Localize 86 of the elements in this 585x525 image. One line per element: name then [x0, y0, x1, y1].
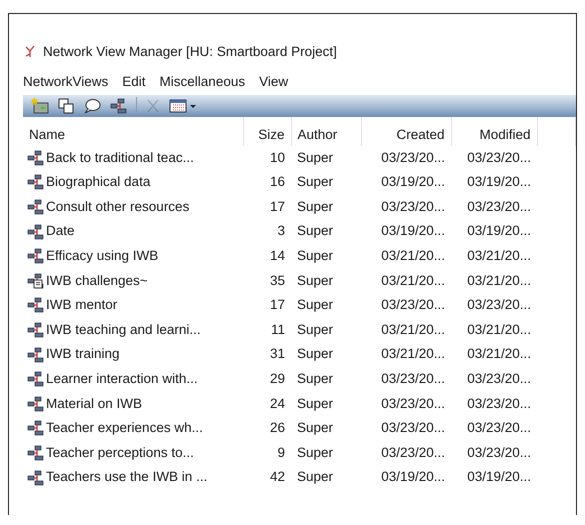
- date-cell-text: 03/21/20...: [466, 320, 532, 339]
- date-cell-text: 03/23/20...: [466, 370, 532, 388]
- author-cell-text: Super: [296, 247, 334, 266]
- name-cell-text: IWB mentor: [46, 296, 118, 314]
- date-cell-text: 03/21/20...: [466, 272, 532, 290]
- new-folder-button[interactable]: [31, 98, 49, 114]
- name-cell-text: Learner interaction with...: [46, 370, 198, 388]
- author-cell-text: Super: [296, 296, 334, 314]
- date-cell-text: 03/23/20...: [466, 444, 532, 462]
- name-cell-text: Date: [46, 222, 75, 240]
- column-header[interactable]: Size: [243, 117, 291, 146]
- author-cell-text: Super: [296, 419, 334, 438]
- name-cell-text: IWB training: [46, 345, 120, 364]
- column-header[interactable]: Name: [23, 117, 243, 146]
- date-cell-text: 03/23/20...: [466, 198, 532, 216]
- size-cell-text: 17: [268, 296, 286, 314]
- name-cell-text: Efficacy using IWB: [46, 247, 158, 266]
- date-cell-text: 03/21/20...: [466, 345, 532, 364]
- column-header[interactable]: Created: [361, 117, 451, 146]
- date-cell-text: 03/19/20...: [380, 468, 446, 486]
- date-cell: 03/23/20...: [451, 146, 537, 170]
- date-cell-text: 03/21/20...: [380, 247, 446, 266]
- date-cell-text: 03/23/20...: [380, 198, 446, 216]
- menu-item[interactable]: NetworkViews: [23, 72, 108, 92]
- size-cell-text: 11: [270, 320, 286, 339]
- date-cell-text: 03/21/20...: [380, 345, 446, 364]
- name-cell-text: Biographical data: [46, 173, 150, 192]
- menu-item[interactable]: Miscellaneous: [160, 72, 246, 92]
- author-cell-text: Super: [296, 198, 334, 216]
- size-cell-text: 24: [268, 394, 286, 413]
- date-cell-text: 03/23/20...: [466, 296, 532, 314]
- table-button[interactable]: [169, 98, 197, 114]
- size-cell-text: 29: [268, 370, 286, 388]
- size-cell-text: 42: [268, 468, 286, 486]
- column-header[interactable]: Modified: [451, 117, 537, 146]
- size-cell-text: 3: [276, 222, 286, 240]
- author-cell-text: Super: [296, 222, 334, 240]
- date-cell-text: 03/19/20...: [380, 173, 446, 192]
- name-cell-text: Back to traditional teac...: [46, 148, 194, 167]
- size-cell-text: 17: [268, 198, 286, 216]
- author-cell-text: Super: [296, 444, 334, 462]
- size-cell-text: 16: [268, 173, 286, 192]
- name-cell-text: Teacher experiences wh...: [46, 419, 203, 438]
- author-cell-text: Super: [296, 272, 334, 290]
- column-header[interactable]: Author: [291, 117, 361, 146]
- author-cell-text: Super: [296, 370, 334, 388]
- date-cell-text: 03/23/20...: [380, 370, 446, 388]
- date-cell-text: 03/19/20...: [466, 222, 532, 240]
- author-cell-text: Super: [296, 345, 334, 364]
- author-cell-text: Super: [296, 394, 334, 413]
- name-cell-text: IWB teaching and learni...: [46, 320, 201, 339]
- size-cell-text: 9: [276, 444, 286, 462]
- menu-item[interactable]: View: [259, 72, 288, 92]
- menu-item[interactable]: Edit: [122, 72, 146, 92]
- author-cell: Super: [291, 146, 361, 170]
- date-cell-text: 03/23/20...: [380, 444, 446, 462]
- date-cell-text: 03/21/20...: [380, 320, 446, 339]
- date-cell: 03/23/20...: [361, 146, 451, 170]
- name-cell-text: Material on IWB: [46, 394, 142, 413]
- date-cell-text: 03/19/20...: [466, 173, 532, 192]
- date-cell-text: 03/19/20...: [466, 468, 532, 486]
- name-cell-text: Teacher perceptions to...: [46, 444, 194, 462]
- size-cell-text: 35: [268, 272, 286, 290]
- date-cell-text: 03/23/20...: [466, 394, 532, 413]
- size-cell-text: 31: [268, 345, 286, 364]
- date-cell-text: 03/21/20...: [380, 272, 446, 290]
- date-cell-text: 03/23/20...: [380, 419, 446, 438]
- size-cell: 10: [243, 146, 291, 170]
- network-button[interactable]: [110, 98, 127, 114]
- author-cell-text: Super: [296, 320, 334, 339]
- duplicate-button[interactable]: [58, 98, 74, 114]
- speech-bubble-button[interactable]: [83, 98, 101, 114]
- name-cell-text: IWB challenges~: [46, 272, 148, 290]
- size-cell-text: 14: [268, 247, 286, 266]
- date-cell-text: 03/23/20...: [380, 296, 446, 314]
- name-cell-text: Teachers use the IWB in ...: [46, 468, 208, 486]
- author-cell-text: Super: [296, 173, 334, 192]
- date-cell-text: 03/21/20...: [466, 247, 532, 266]
- date-cell-text: 03/19/20...: [380, 222, 446, 240]
- date-cell-text: 03/23/20...: [380, 394, 446, 413]
- name-cell-text: Consult other resources: [46, 198, 190, 216]
- author-cell-text: Super: [296, 468, 334, 486]
- date-cell-text: 03/23/20...: [466, 419, 532, 438]
- window-title: Network View Manager [HU: Smartboard Project]: [43, 42, 337, 61]
- size-cell-text: 26: [268, 419, 286, 438]
- app-icon: [23, 44, 37, 60]
